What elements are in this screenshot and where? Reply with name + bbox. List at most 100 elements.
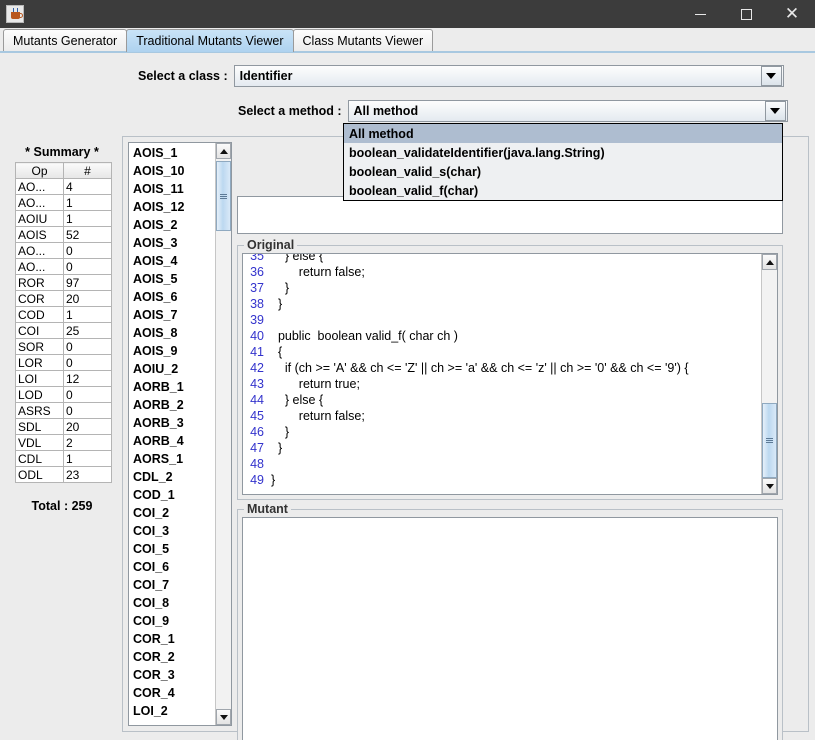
grip-icon — [220, 193, 227, 200]
list-item[interactable]: AORS_1 — [129, 450, 215, 468]
list-item[interactable]: AOIS_1 — [129, 144, 215, 162]
list-item[interactable]: COI_3 — [129, 522, 215, 540]
original-code-scrollbar[interactable] — [761, 254, 777, 494]
original-code-text: 35 } else {36 return false; 37 } 38 } 39 40 … — [243, 254, 761, 494]
list-item[interactable]: COI_2 — [129, 504, 215, 522]
original-code-group: Original 35 } else {36 return false; 37 }… — [237, 238, 783, 500]
close-button[interactable]: ✕ — [769, 0, 815, 28]
code-line: 35 } else { — [243, 254, 761, 264]
list-item[interactable]: AOIS_6 — [129, 288, 215, 306]
scrollbar-track[interactable] — [762, 270, 777, 478]
list-item[interactable]: CDL_2 — [129, 468, 215, 486]
scroll-up-arrow-icon[interactable] — [216, 143, 231, 159]
summary-row: SOR 0 — [15, 338, 112, 355]
list-item[interactable]: COR_3 — [129, 666, 215, 684]
summary-col-count: # — [63, 162, 112, 179]
maximize-button[interactable] — [723, 0, 769, 28]
original-code-view[interactable]: 35 } else {36 return false; 37 } 38 } 39 40 … — [242, 253, 778, 495]
mutants-list[interactable]: AOIS_1 AOIS_10 AOIS_11 AOIS_12 AOIS_2 AOIS_3 A… — [128, 142, 232, 726]
summary-operator: ODL — [15, 466, 64, 483]
summary-count: 0 — [63, 258, 112, 275]
list-item[interactable]: COR_1 — [129, 630, 215, 648]
method-dropdown-popup[interactable]: All method boolean_validateIdentifier(jav… — [343, 123, 783, 201]
summary-table: Op # AO... 4 AO... 1 AOIU 1 AOIS 52 AO... 0 AO... 0… — [15, 162, 112, 483]
window-controls: ✕ — [677, 0, 815, 28]
list-item[interactable]: AOIS_4 — [129, 252, 215, 270]
summary-count: 20 — [63, 290, 112, 307]
method-select-value: All method — [353, 104, 419, 118]
list-item[interactable]: AOIS_2 — [129, 216, 215, 234]
scrollbar-track[interactable] — [216, 159, 231, 709]
list-item[interactable]: AOIS_7 — [129, 306, 215, 324]
list-item[interactable]: AOIS_10 — [129, 162, 215, 180]
list-item[interactable]: AOIS_9 — [129, 342, 215, 360]
line-number: 41 — [250, 345, 264, 359]
class-select[interactable]: Identifier — [233, 65, 784, 87]
minimize-button[interactable] — [677, 0, 723, 28]
summary-operator: COR — [15, 290, 64, 307]
list-item[interactable]: LOI_2 — [129, 702, 215, 720]
list-item[interactable]: AOIS_8 — [129, 324, 215, 342]
code-line: 43 return true; — [243, 376, 761, 392]
code-line: 37 } — [243, 280, 761, 296]
chevron-down-icon[interactable] — [764, 101, 786, 121]
line-number: 38 — [250, 297, 264, 311]
summary-count: 1 — [63, 306, 112, 323]
summary-count: 1 — [63, 210, 112, 227]
list-item[interactable]: AOIS_5 — [129, 270, 215, 288]
list-item[interactable]: COI_7 — [129, 576, 215, 594]
list-item[interactable]: COD_1 — [129, 486, 215, 504]
tab-mutants-generator[interactable]: Mutants Generator — [3, 29, 128, 52]
scroll-up-arrow-icon[interactable] — [762, 254, 777, 270]
summary-row: AOIU 1 — [15, 210, 112, 227]
tab-class-mutants-viewer[interactable]: Class Mutants Viewer — [292, 29, 434, 52]
class-select-value: Identifier — [239, 69, 293, 83]
list-item[interactable]: AORB_3 — [129, 414, 215, 432]
list-item[interactable]: AORB_4 — [129, 432, 215, 450]
dropdown-option[interactable]: boolean_valid_f(char) — [344, 181, 782, 200]
summary-count: 52 — [63, 226, 112, 243]
mutant-name-field[interactable] — [237, 196, 783, 234]
summary-row: AO... 0 — [15, 242, 112, 259]
summary-row: VDL 2 — [15, 434, 112, 451]
list-item[interactable]: COR_4 — [129, 684, 215, 702]
summary-operator: AO... — [15, 242, 64, 259]
method-select[interactable]: All method — [347, 100, 788, 122]
mutant-code-view[interactable] — [242, 517, 778, 740]
list-item[interactable]: AORB_2 — [129, 396, 215, 414]
summary-row: LOI 12 — [15, 370, 112, 387]
list-item[interactable]: AORB_1 — [129, 378, 215, 396]
list-item[interactable]: AOIS_12 — [129, 198, 215, 216]
summary-count: 1 — [63, 450, 112, 467]
summary-row: COR 20 — [15, 290, 112, 307]
summary-row: LOR 0 — [15, 354, 112, 371]
tab-traditional-mutants-viewer[interactable]: Traditional Mutants Viewer — [126, 29, 294, 52]
chevron-down-icon[interactable] — [760, 66, 782, 86]
summary-operator: SDL — [15, 418, 64, 435]
scroll-down-arrow-icon[interactable] — [216, 709, 231, 725]
dropdown-option[interactable]: boolean_valid_s(char) — [344, 162, 782, 181]
list-item[interactable]: COI_8 — [129, 594, 215, 612]
list-item[interactable]: COI_6 — [129, 558, 215, 576]
method-selector-row: Select a method : All method — [238, 100, 788, 122]
scrollbar-thumb[interactable] — [762, 403, 777, 478]
summary-row: AOIS 52 — [15, 226, 112, 243]
dropdown-option[interactable]: All method — [344, 124, 782, 143]
list-item[interactable]: AOIS_3 — [129, 234, 215, 252]
list-item[interactable]: COI_5 — [129, 540, 215, 558]
code-line: 45 return false; — [243, 408, 761, 424]
code-line: 41 { — [243, 344, 761, 360]
summary-operator: AO... — [15, 258, 64, 275]
line-source: } — [271, 425, 290, 439]
scroll-down-arrow-icon[interactable] — [762, 478, 777, 494]
list-item[interactable]: AOIS_11 — [129, 180, 215, 198]
summary-panel: * Summary * Op # AO... 4 AO... 1 AOIU 1 AOIS 52… — [8, 145, 116, 513]
list-item[interactable]: AOIU_2 — [129, 360, 215, 378]
list-item[interactable]: COR_2 — [129, 648, 215, 666]
line-source: return false; — [271, 409, 365, 423]
mutants-list-scrollbar[interactable] — [215, 143, 231, 725]
scrollbar-thumb[interactable] — [216, 161, 231, 231]
summary-row: AO... 1 — [15, 194, 112, 211]
dropdown-option[interactable]: boolean_validateIdentifier(java.lang.Str… — [344, 143, 782, 162]
list-item[interactable]: COI_9 — [129, 612, 215, 630]
